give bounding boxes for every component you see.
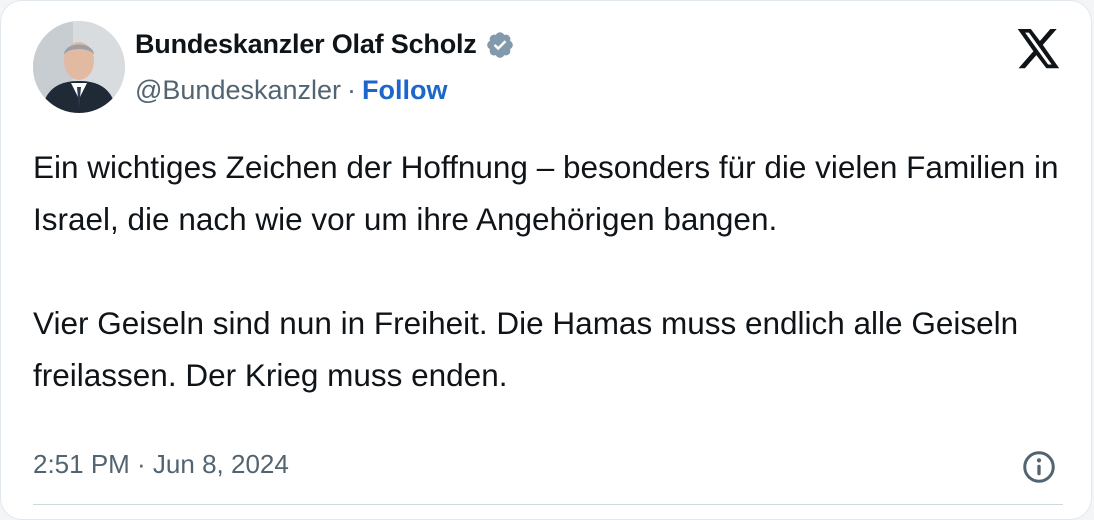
- author-handle-row: @Bundeskanzler · Follow: [135, 75, 448, 106]
- author-display-name[interactable]: Bundeskanzler Olaf Scholz: [135, 29, 477, 60]
- verified-badge-icon: [485, 30, 515, 60]
- author-name-row: Bundeskanzler Olaf Scholz: [135, 29, 515, 60]
- avatar-image: [33, 21, 125, 113]
- info-icon[interactable]: [1021, 449, 1057, 485]
- x-logo-icon[interactable]: [1017, 29, 1061, 69]
- tweet-text: Ein wichtiges Zeichen der Hoffnung – bes…: [33, 149, 1059, 393]
- author-handle[interactable]: @Bundeskanzler: [135, 75, 341, 105]
- follow-button[interactable]: Follow: [362, 75, 447, 105]
- tweet-timestamp[interactable]: 2:51 PM · Jun 8, 2024: [33, 449, 289, 480]
- divider: [33, 504, 1063, 505]
- avatar[interactable]: [33, 21, 125, 113]
- separator-dot: ·: [347, 75, 357, 105]
- tweet-card: Bundeskanzler Olaf Scholz @Bundeskanzler…: [0, 0, 1092, 520]
